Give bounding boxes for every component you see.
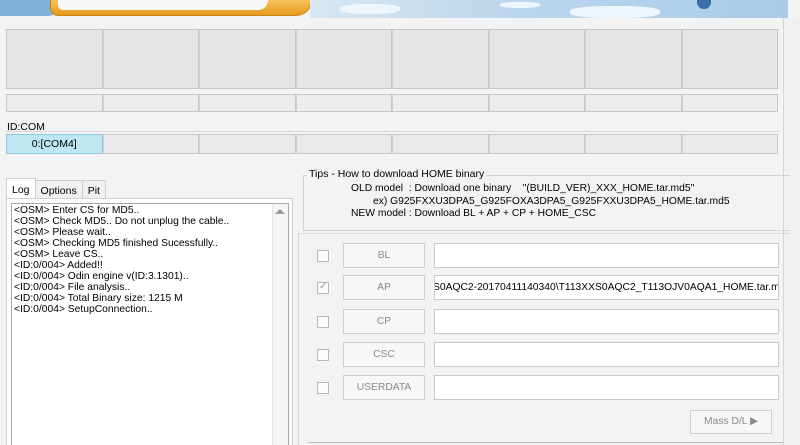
progress-bar	[6, 94, 103, 112]
banner-white-shape	[58, 0, 268, 10]
divider	[308, 442, 783, 443]
ap-path: S0AQC2-20170411140340\T113XXS0AQC2_T113O…	[434, 282, 779, 293]
log-line: <ID:0/004> Odin engine v(ID:3.1301)..	[14, 271, 189, 282]
log-line: <ID:0/004> SetupConnection..	[14, 304, 153, 315]
progress-slots	[6, 94, 778, 112]
ap-path-field[interactable]: S0AQC2-20170411140340\T113XXS0AQC2_T113O…	[434, 275, 779, 300]
divider	[6, 131, 780, 132]
cp-checkbox[interactable]	[317, 316, 329, 328]
status-slot	[488, 29, 585, 89]
progress-bar	[585, 94, 682, 112]
com-port-slot[interactable]	[488, 134, 585, 154]
status-slot	[295, 29, 392, 89]
scroll-up-arrow-icon[interactable]	[275, 209, 285, 214]
status-slot	[6, 29, 103, 89]
bl-checkbox[interactable]	[317, 250, 329, 262]
progress-bar	[681, 94, 778, 112]
log-line: <OSM> Leave CS..	[14, 249, 104, 260]
com-port-slot[interactable]	[585, 134, 682, 154]
com-port-slots: 0:[COM4]	[6, 134, 778, 154]
status-slot	[392, 29, 489, 89]
userdata-checkbox[interactable]	[317, 382, 329, 394]
userdata-path-field[interactable]	[434, 375, 779, 400]
log-textarea[interactable]: <OSM> Enter CS for MD5.. <OSM> Check MD5…	[11, 203, 289, 445]
log-line: <OSM> Check MD5.. Do not unplug the cabl…	[14, 216, 230, 227]
status-slot	[681, 29, 778, 89]
ap-button[interactable]: AP	[343, 275, 425, 300]
cp-button[interactable]: CP	[343, 309, 425, 334]
log-line: <ID:0/004> Added!!	[14, 260, 103, 271]
tab-pit[interactable]: Pit	[81, 180, 106, 198]
userdata-button[interactable]: USERDATA	[343, 375, 425, 400]
status-slots	[6, 29, 778, 89]
progress-bar	[392, 94, 489, 112]
file-row-csc: CSC	[313, 342, 783, 368]
file-row-ap: AP S0AQC2-20170411140340\T113XXS0AQC2_T1…	[313, 275, 783, 301]
com-port-slot[interactable]	[199, 134, 296, 154]
progress-bar	[295, 94, 392, 112]
header-banner	[0, 0, 800, 18]
status-slot	[585, 29, 682, 89]
world-map-graphic	[310, 0, 788, 18]
tab-log[interactable]: Log	[6, 178, 36, 198]
com-port-slot[interactable]: 0:[COM4]	[6, 134, 103, 154]
tips-new-model: NEW model : Download BL + AP + CP + HOME…	[351, 208, 597, 219]
log-line: <ID:0/004> File analysis..	[14, 282, 131, 293]
log-scrollbar[interactable]	[272, 204, 288, 445]
tips-old-model: OLD model : Download one binary "(BUILD_…	[351, 183, 695, 194]
ap-checkbox[interactable]	[317, 281, 329, 294]
progress-bar	[102, 94, 199, 112]
log-line: <OSM> Checking MD5 finished Sucessfully.…	[14, 238, 219, 249]
csc-checkbox[interactable]	[317, 349, 329, 361]
tab-options[interactable]: Options	[34, 180, 83, 198]
log-line: <ID:0/004> Total Binary size: 1215 M	[14, 293, 183, 304]
log-line: <OSM> Please wait..	[14, 227, 111, 238]
log-line: <OSM> Enter CS for MD5..	[14, 205, 140, 216]
file-row-bl: BL	[313, 243, 783, 269]
progress-bar	[488, 94, 585, 112]
com-port-slot[interactable]	[295, 134, 392, 154]
cp-path-field[interactable]	[434, 309, 779, 334]
log-lines: <OSM> Enter CS for MD5.. <OSM> Check MD5…	[14, 205, 274, 315]
status-slot	[199, 29, 296, 89]
progress-bar	[199, 94, 296, 112]
location-pin-icon	[697, 0, 711, 9]
tips-title: Tips - How to download HOME binary	[307, 168, 487, 180]
mass-dl-button[interactable]: Mass D/L ▶	[690, 410, 772, 434]
com-port-slot[interactable]	[392, 134, 489, 154]
com-port-slot[interactable]	[102, 134, 199, 154]
file-row-userdata: USERDATA	[313, 375, 783, 401]
com-port-slot[interactable]	[681, 134, 778, 154]
file-row-cp: CP	[313, 309, 783, 335]
bl-button[interactable]: BL	[343, 243, 425, 268]
csc-button[interactable]: CSC	[343, 342, 425, 367]
log-tabs: Log Options Pit	[6, 178, 106, 198]
status-slot	[102, 29, 199, 89]
tips-example: ex) G925FXXU3DPA5_G925FOXA3DPA5_G925FXXU…	[373, 196, 730, 207]
bl-path-field[interactable]	[434, 243, 779, 268]
csc-path-field[interactable]	[434, 342, 779, 367]
